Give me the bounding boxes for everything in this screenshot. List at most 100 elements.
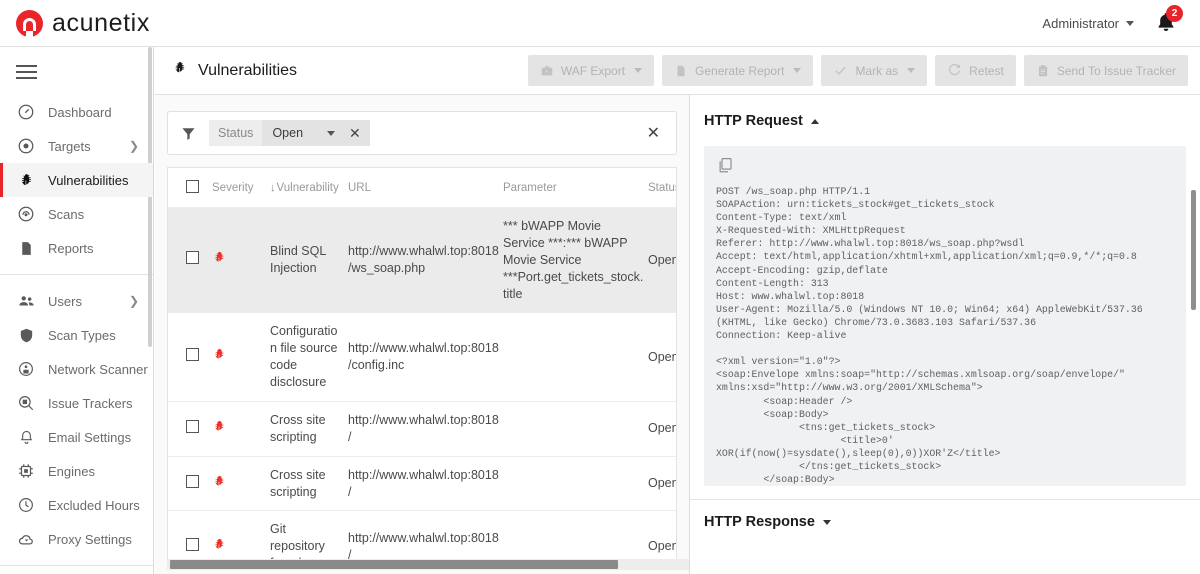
top-bar: acunetix Administrator 2 [0,0,1200,47]
sidebar-item-engines[interactable]: Engines [0,454,153,488]
users-icon [16,291,36,311]
table-header: Severity ↓ Vulnerability URL Parameter S… [168,168,677,208]
severity-header[interactable]: Severity [212,168,270,208]
sidebar-item-proxy-settings[interactable]: Proxy Settings [0,522,153,556]
vulnerabilities-pane: Status Open ✕ ✕ S [155,95,690,574]
sidebar-item-users[interactable]: Users ❯ [0,284,153,318]
network-scanner-icon [16,359,36,379]
http-request-section-header[interactable]: HTTP Request [690,95,1200,129]
row-checkbox[interactable] [186,538,199,551]
gauge-icon [16,102,36,122]
mark-as-button[interactable]: Mark as [821,55,927,86]
split-panes: Status Open ✕ ✕ S [155,95,1200,574]
sidebar-item-dashboard[interactable]: Dashboard [0,95,153,129]
row-severity [212,313,270,402]
main-content: Vulnerabilities WAF Export Generate Repo… [155,47,1200,574]
waf-export-label: WAF Export [561,64,625,78]
row-severity [212,511,270,559]
issue-tracker-icon [16,393,36,413]
generate-report-label: Generate Report [695,64,784,78]
sidebar-divider [0,274,153,275]
chevron-up-icon[interactable] [811,119,819,124]
row-parameter [503,401,648,456]
notifications-button[interactable]: 2 [1154,10,1178,36]
send-to-issue-tracker-label: Send To Issue Tracker [1057,64,1176,78]
http-response-title: HTTP Response [704,514,815,530]
parameter-header[interactable]: Parameter [503,168,648,208]
sidebar-item-targets[interactable]: Targets ❯ [0,129,153,163]
row-checkbox[interactable] [186,251,199,264]
bug-icon [212,347,227,362]
row-vulnerability: Cross site scripting [270,456,348,511]
row-severity [212,208,270,313]
vulnerability-header-label: Vulnerability [277,182,339,194]
sidebar-item-scans[interactable]: Scans [0,197,153,231]
row-checkbox[interactable] [186,348,199,361]
http-request-title: HTTP Request [704,113,803,129]
sidebar-item-issue-trackers[interactable]: Issue Trackers [0,386,153,420]
generate-report-button[interactable]: Generate Report [662,55,813,86]
sidebar-item-email-settings[interactable]: Email Settings [0,420,153,454]
refresh-icon [947,63,962,78]
row-severity [212,456,270,511]
bug-icon [16,170,36,190]
details-pane: HTTP Request POST /ws_soap.php HTTP/1.1 … [690,95,1200,574]
scrollbar-thumb[interactable] [170,560,618,569]
table-row[interactable]: Cross site scripting http://www.whalwl.t… [168,401,677,456]
retest-button[interactable]: Retest [935,55,1016,86]
row-select-cell [168,401,212,456]
sidebar-label: Scan Types [48,328,116,343]
table-row[interactable]: Cross site scripting http://www.whalwl.t… [168,456,677,511]
remove-filter-icon[interactable]: ✕ [345,120,370,146]
status-header[interactable]: Status [648,168,677,208]
row-select-cell [168,456,212,511]
administrator-label: Administrator [1042,16,1119,31]
administrator-menu[interactable]: Administrator [1042,16,1134,31]
sidebar-item-reports[interactable]: Reports [0,231,153,265]
sidebar-divider [0,565,153,566]
clear-filters-icon[interactable]: ✕ [643,123,664,143]
sidebar-item-vulnerabilities[interactable]: Vulnerabilities [0,163,153,197]
bug-icon [212,419,227,434]
sidebar-label: Proxy Settings [48,532,132,547]
sidebar-item-scan-types[interactable]: Scan Types [0,318,153,352]
top-bar-right: Administrator 2 [1042,10,1178,36]
page-toolbar: Vulnerabilities WAF Export Generate Repo… [155,47,1200,95]
select-all-checkbox[interactable] [186,180,199,193]
row-url: http://www.whalwl.top:8018/ [348,401,503,456]
table-horizontal-scrollbar[interactable] [167,559,690,570]
funnel-icon [180,125,197,142]
sidebar: Dashboard Targets ❯ Vulnerabilities Scan… [0,47,154,574]
filter-chip-key: Status [209,120,262,146]
vulnerabilities-table-container: Severity ↓ Vulnerability URL Parameter S… [167,167,677,559]
table-row[interactable]: Blind SQL Injection http://www.whalwl.to… [168,208,677,313]
chevron-down-icon [1126,21,1134,26]
bug-icon [212,537,227,552]
sidebar-label: Network Scanner [48,362,148,377]
brand[interactable]: acunetix [16,9,150,38]
chevron-down-icon [634,68,642,73]
row-url: http://www.whalwl.top:8018/config.inc [348,313,503,402]
copy-icon[interactable] [716,161,734,178]
vulnerabilities-table: Severity ↓ Vulnerability URL Parameter S… [168,168,677,559]
clock-icon [16,495,36,515]
row-vulnerability: Configuration file source code disclosur… [270,313,348,402]
sidebar-item-excluded-hours[interactable]: Excluded Hours [0,488,153,522]
row-checkbox[interactable] [186,475,199,488]
filter-chip-value-dropdown[interactable]: Open [262,120,345,146]
table-row[interactable]: Git repository found http://www.whalwl.t… [168,511,677,559]
url-header[interactable]: URL [348,168,503,208]
row-url: http://www.whalwl.top:8018/ws_soap.php [348,208,503,313]
send-to-issue-tracker-button[interactable]: Send To Issue Tracker [1024,55,1188,86]
vulnerability-header[interactable]: ↓ Vulnerability [270,168,348,208]
chevron-down-icon[interactable] [823,520,831,525]
http-response-section-header[interactable]: HTTP Response [690,500,1200,530]
row-parameter [503,511,648,559]
hamburger-icon[interactable] [0,47,153,95]
details-vertical-scrollbar[interactable] [1191,190,1196,310]
waf-export-button[interactable]: WAF Export [528,55,654,86]
notification-badge: 2 [1166,5,1183,22]
row-checkbox[interactable] [186,420,199,433]
sidebar-item-network-scanner[interactable]: Network Scanner [0,352,153,386]
table-row[interactable]: Configuration file source code disclosur… [168,313,677,402]
